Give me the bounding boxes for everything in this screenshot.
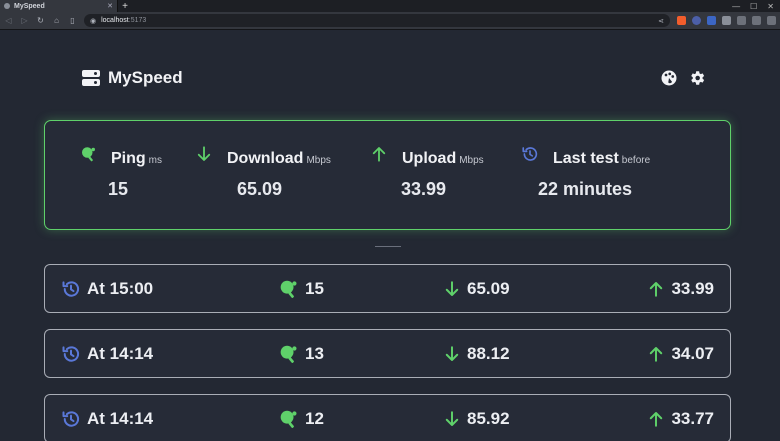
history-ping: 15 <box>305 278 324 298</box>
arrow-down-icon <box>443 409 461 429</box>
last-test-stat: Last test before 22 minutes <box>521 145 650 200</box>
last-test-unit: before <box>621 155 651 166</box>
ping-pong-icon <box>82 147 95 162</box>
server-logo-icon <box>82 70 100 86</box>
arrow-up-icon <box>647 409 665 429</box>
ping-stat: Ping ms 15 <box>79 145 162 200</box>
ping-label: Ping <box>111 150 146 167</box>
upload-label: Upload <box>402 150 457 167</box>
palette-icon[interactable] <box>660 69 678 87</box>
brave-shield-icon[interactable] <box>677 16 686 25</box>
history-download: 65.09 <box>467 278 510 298</box>
tab-close-icon[interactable]: ✕ <box>107 2 113 10</box>
current-stats-card: Ping ms 15 Download Mbps 65.09 Upload Mb <box>44 120 731 230</box>
history-clock-icon <box>522 147 538 161</box>
history-download: 88.12 <box>467 343 510 363</box>
url-port: :5173 <box>128 17 147 24</box>
bookmark-icon[interactable]: ▯ <box>68 16 77 25</box>
arrow-down-icon <box>443 279 461 299</box>
history-list: At 15:00 15 65.09 33.99 At 14:14 13 88.12 34.07… <box>44 264 731 441</box>
history-ping: 13 <box>305 343 324 363</box>
history-row[interactable]: At 14:14 12 85.92 33.77 <box>44 394 731 441</box>
history-time: At 14:14 <box>87 343 154 363</box>
brand-title: MySpeed <box>108 68 183 87</box>
ping-unit: ms <box>148 155 163 166</box>
tab-favicon-icon <box>4 3 10 9</box>
arrow-down-icon <box>443 344 461 364</box>
upload-value: 33.99 <box>401 179 447 199</box>
arrow-up-icon <box>647 279 665 299</box>
address-bar[interactable]: ◉ localhost:5173 ⋖ <box>84 14 670 27</box>
window-close-icon[interactable]: ✕ <box>767 2 774 11</box>
download-unit: Mbps <box>306 155 331 166</box>
extension-icon[interactable] <box>692 16 701 25</box>
forward-icon[interactable]: ▷ <box>20 16 29 25</box>
menu-icon[interactable] <box>767 16 776 25</box>
bitwarden-icon[interactable] <box>707 16 716 25</box>
ping-pong-icon <box>277 408 299 430</box>
home-icon[interactable]: ⌂ <box>52 16 61 25</box>
download-stat: Download Mbps 65.09 <box>195 145 331 200</box>
arrow-up-icon <box>647 344 665 364</box>
history-clock-icon <box>61 344 81 364</box>
history-row[interactable]: At 14:14 13 88.12 34.07 <box>44 329 731 378</box>
sidebar-icon[interactable] <box>737 16 746 25</box>
new-tab-button[interactable]: + <box>118 0 132 12</box>
ping-value: 15 <box>108 179 129 199</box>
window-controls: — ☐ ✕ <box>732 0 780 12</box>
history-upload: 33.77 <box>671 408 714 428</box>
browser-tab[interactable]: MySpeed ✕ <box>0 0 118 12</box>
upload-stat: Upload Mbps 33.99 <box>370 145 484 200</box>
ping-pong-icon <box>277 343 299 365</box>
history-clock-icon <box>61 279 81 299</box>
puzzle-icon[interactable] <box>722 16 731 25</box>
upload-unit: Mbps <box>459 155 484 166</box>
history-row[interactable]: At 15:00 15 65.09 33.99 <box>44 264 731 313</box>
share-icon[interactable]: ⋖ <box>658 17 664 25</box>
last-test-label: Last test <box>553 150 619 167</box>
section-divider <box>375 246 401 247</box>
site-info-icon[interactable]: ◉ <box>90 17 96 25</box>
extensions-area <box>677 16 776 25</box>
arrow-up-icon <box>372 147 386 162</box>
wallet-icon[interactable] <box>752 16 761 25</box>
history-ping: 12 <box>305 408 324 428</box>
gear-icon[interactable] <box>688 69 706 87</box>
window-minimize-icon[interactable]: — <box>732 2 740 11</box>
browser-toolbar: ◁ ▷ ↻ ⌂ ▯ ◉ localhost:5173 ⋖ <box>0 12 780 30</box>
myspeed-app: MySpeed Ping ms 15 Download Mbps 65.09 U… <box>0 30 780 441</box>
reload-icon[interactable]: ↻ <box>36 16 45 25</box>
tab-title: MySpeed <box>14 2 45 10</box>
ping-pong-icon <box>277 278 299 300</box>
arrow-down-icon <box>197 146 211 161</box>
window-maximize-icon[interactable]: ☐ <box>750 2 757 11</box>
history-download: 85.92 <box>467 408 510 428</box>
back-icon[interactable]: ◁ <box>4 16 13 25</box>
history-time: At 14:14 <box>87 408 154 428</box>
browser-tab-bar: MySpeed ✕ + — ☐ ✕ <box>0 0 780 12</box>
app-header: MySpeed <box>82 68 706 88</box>
history-upload: 33.99 <box>671 278 714 298</box>
download-value: 65.09 <box>237 179 283 199</box>
url-host: localhost <box>101 17 129 24</box>
history-upload: 34.07 <box>671 343 714 363</box>
last-test-value: 22 minutes <box>538 179 633 199</box>
history-time: At 15:00 <box>87 278 154 298</box>
download-label: Download <box>227 150 304 167</box>
history-clock-icon <box>61 409 81 429</box>
